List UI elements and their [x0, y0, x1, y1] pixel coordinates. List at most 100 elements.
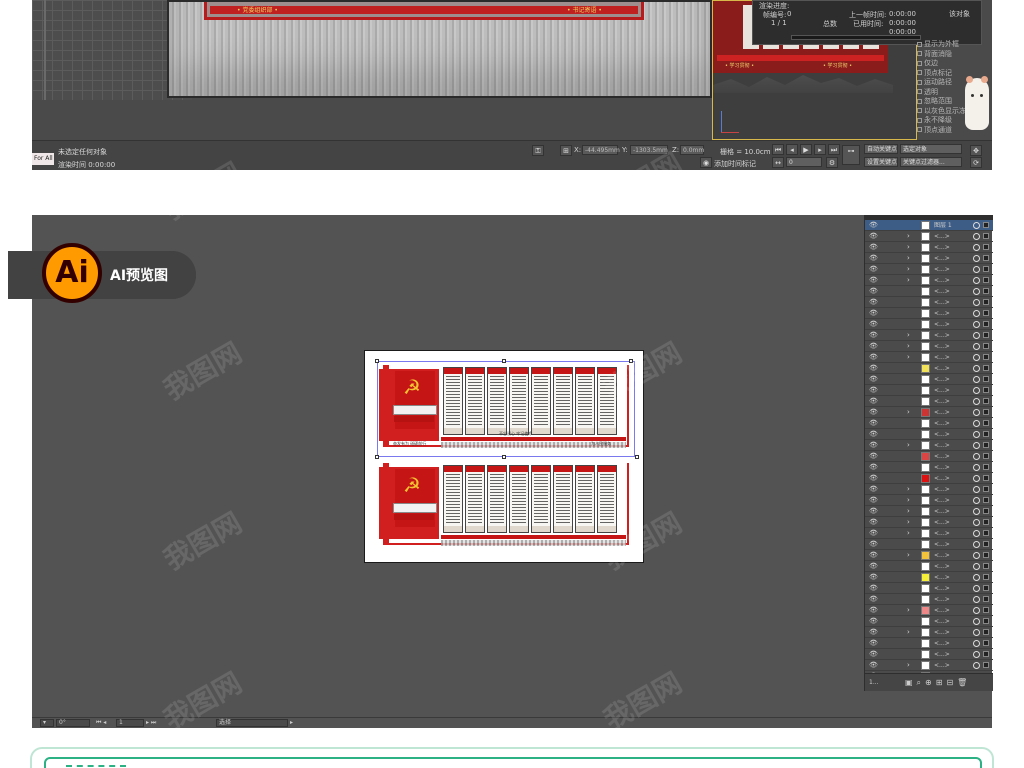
selection-handle[interactable] [375, 359, 379, 363]
selection-square-icon[interactable] [983, 618, 989, 624]
layer-row[interactable]: 👁 › <...> [865, 627, 993, 638]
visibility-eye-icon[interactable]: 👁 [869, 287, 878, 296]
layer-row[interactable]: 👁 › <...> [865, 407, 993, 418]
selection-square-icon[interactable] [983, 299, 989, 305]
key-filters-button[interactable]: 关键点过滤器... [900, 157, 962, 167]
visibility-eye-icon[interactable]: 👁 [869, 397, 878, 406]
option-backface[interactable]: 背面消隐 [917, 50, 987, 60]
selection-square-icon[interactable] [983, 508, 989, 514]
expand-chevron-icon[interactable]: › [907, 507, 910, 516]
visibility-eye-icon[interactable]: 👁 [869, 540, 878, 549]
layer-row[interactable]: 👁 › <...> [865, 253, 993, 264]
visibility-eye-icon[interactable]: 👁 [869, 628, 878, 637]
expand-chevron-icon[interactable]: › [907, 628, 910, 637]
visibility-eye-icon[interactable]: 👁 [869, 595, 878, 604]
set-key-icon[interactable]: ⊶ [842, 145, 860, 165]
z-coord-field[interactable]: 0.0mm [680, 145, 704, 155]
selection-square-icon[interactable] [983, 607, 989, 613]
visibility-eye-icon[interactable]: 👁 [869, 562, 878, 571]
layer-row-top[interactable]: 👁 图层 1 [865, 220, 993, 231]
visibility-eye-icon[interactable]: 👁 [869, 364, 878, 373]
next-frame-icon[interactable]: ▸ [814, 144, 826, 155]
selection-square-icon[interactable] [983, 596, 989, 602]
layer-row[interactable]: 👁 <...> [865, 385, 993, 396]
selection-square-icon[interactable] [983, 255, 989, 261]
selection-bounds[interactable] [377, 361, 635, 457]
visibility-eye-icon[interactable]: 👁 [869, 386, 878, 395]
selection-square-icon[interactable] [983, 288, 989, 294]
selection-square-icon[interactable] [983, 640, 989, 646]
visibility-eye-icon[interactable]: 👁 [869, 342, 878, 351]
orbit-icon[interactable]: ⟳ [970, 157, 982, 168]
selection-square-icon[interactable] [983, 651, 989, 657]
expand-chevron-icon[interactable]: › [907, 243, 910, 252]
layer-row[interactable]: 👁 › <...> [865, 550, 993, 561]
layer-row[interactable]: 👁 <...> [865, 561, 993, 572]
transform-mode-icon[interactable]: ⊞ [560, 145, 572, 156]
visibility-eye-icon[interactable]: 👁 [869, 573, 878, 582]
layer-row[interactable]: 👁 <...> [865, 473, 993, 484]
prev-frame-icon[interactable]: ◂ [786, 144, 798, 155]
visibility-eye-icon[interactable]: 👁 [869, 375, 878, 384]
layer-row[interactable]: 👁 <...> [865, 319, 993, 330]
layer-row[interactable]: 👁 <...> [865, 583, 993, 594]
layer-row[interactable]: 👁 <...> [865, 418, 993, 429]
next-page-icon[interactable]: ▸ ⏭ [146, 719, 156, 727]
expand-chevron-icon[interactable]: › [907, 551, 910, 560]
selection-square-icon[interactable] [983, 376, 989, 382]
expand-chevron-icon[interactable]: › [907, 496, 910, 505]
visibility-eye-icon[interactable]: 👁 [869, 298, 878, 307]
expand-chevron-icon[interactable]: › [907, 265, 910, 274]
lock-icon[interactable]: ⚿ [532, 145, 544, 156]
x-coord-field[interactable]: -44.495mm [582, 145, 620, 155]
visibility-eye-icon[interactable]: 👁 [869, 617, 878, 626]
layer-row[interactable]: 👁 › <...> [865, 330, 993, 341]
visibility-eye-icon[interactable]: 👁 [869, 551, 878, 560]
selection-square-icon[interactable] [983, 574, 989, 580]
target-circle-icon[interactable] [973, 387, 980, 394]
selection-square-icon[interactable] [983, 321, 989, 327]
visibility-eye-icon[interactable]: 👁 [869, 353, 878, 362]
target-circle-icon[interactable] [973, 365, 980, 372]
expand-chevron-icon[interactable]: › [907, 342, 910, 351]
target-circle-icon[interactable] [973, 629, 980, 636]
target-circle-icon[interactable] [973, 596, 980, 603]
goto-end-icon[interactable]: ⏭ [828, 144, 840, 155]
target-circle-icon[interactable] [973, 475, 980, 482]
selection-handle[interactable] [502, 359, 506, 363]
layer-row[interactable]: 👁 <...> [865, 396, 993, 407]
expand-chevron-icon[interactable]: › [907, 331, 910, 340]
visibility-eye-icon[interactable]: 👁 [869, 331, 878, 340]
visibility-eye-icon[interactable]: 👁 [869, 430, 878, 439]
layer-row[interactable]: 👁 › <...> [865, 506, 993, 517]
expand-chevron-icon[interactable]: › [907, 276, 910, 285]
target-circle-icon[interactable] [973, 442, 980, 449]
visibility-eye-icon[interactable]: 👁 [869, 650, 878, 659]
layer-row[interactable]: 👁 <...> [865, 616, 993, 627]
expand-chevron-icon[interactable]: › [907, 606, 910, 615]
visibility-eye-icon[interactable]: 👁 [869, 254, 878, 263]
y-coord-field[interactable]: -1303.5mm [630, 145, 668, 155]
selection-square-icon[interactable] [983, 541, 989, 547]
expand-chevron-icon[interactable]: › [907, 485, 910, 494]
visibility-eye-icon[interactable]: 👁 [869, 452, 878, 461]
selection-square-icon[interactable] [983, 453, 989, 459]
target-circle-icon[interactable] [973, 398, 980, 405]
selection-square-icon[interactable] [983, 365, 989, 371]
target-circle-icon[interactable] [973, 519, 980, 526]
option-display-box[interactable]: 显示为外框 [917, 40, 987, 50]
layer-row[interactable]: 👁 › <...> [865, 275, 993, 286]
selection-square-icon[interactable] [983, 585, 989, 591]
target-circle-icon[interactable] [973, 321, 980, 328]
layer-row[interactable]: 👁 › <...> [865, 495, 993, 506]
visibility-eye-icon[interactable]: 👁 [869, 639, 878, 648]
layer-row[interactable]: 👁 <...> [865, 572, 993, 583]
visibility-eye-icon[interactable]: 👁 [869, 507, 878, 516]
selection-handle[interactable] [375, 455, 379, 459]
add-time-tag[interactable]: 添加时间标记 [714, 159, 756, 169]
selection-square-icon[interactable] [983, 277, 989, 283]
selection-square-icon[interactable] [983, 563, 989, 569]
target-circle-icon[interactable] [973, 585, 980, 592]
target-circle-icon[interactable] [973, 222, 980, 229]
target-circle-icon[interactable] [973, 299, 980, 306]
